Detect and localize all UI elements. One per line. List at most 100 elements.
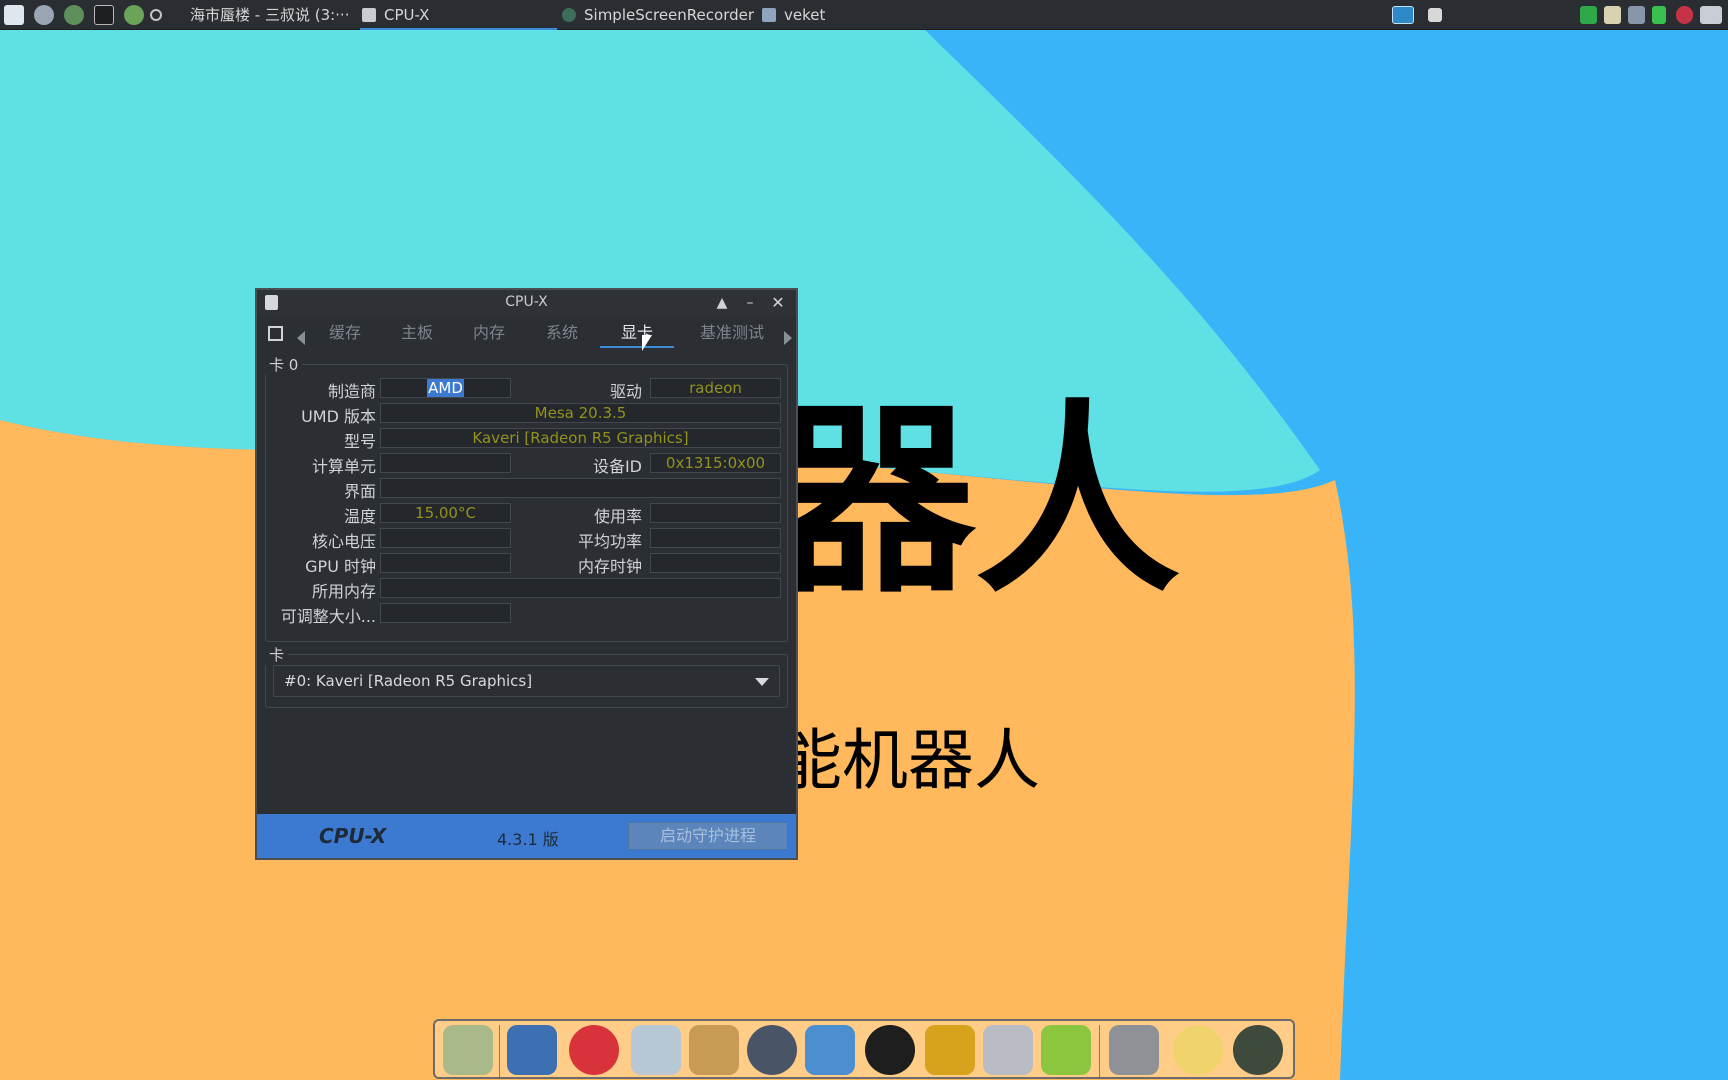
monitor-icon[interactable]	[507, 1025, 557, 1075]
task-recorder[interactable]: SimpleScreenRecorder	[560, 0, 760, 30]
temperature-label: 温度	[343, 507, 376, 526]
wallpaper-subtitle: 能机器人	[776, 722, 1040, 799]
model-value: Kaveri [Radeon R5 Graphics]	[380, 428, 781, 448]
interface-label: 界面	[343, 482, 376, 501]
card-frame-title: 卡 0	[265, 354, 303, 375]
drive-icon[interactable]	[1109, 1025, 1159, 1075]
tab-bench[interactable]: 基准测试	[687, 320, 777, 348]
terminal-icon[interactable]	[94, 5, 114, 25]
cpux-icon	[362, 8, 376, 22]
mouse-cursor-icon	[642, 335, 652, 351]
cpux-window: CPU-X ▲ – ✕ 缓存 主板 内存 系统 显卡 基准测试 卡 0 制造商 …	[255, 288, 798, 860]
memory-used-label: 所用内存	[311, 582, 376, 601]
window-square-icon[interactable]	[1428, 8, 1442, 22]
clipboard-icon[interactable]	[1604, 6, 1621, 24]
folder-icon	[762, 8, 776, 22]
vendor-value-text: AMD	[427, 379, 464, 397]
tab-scroll-right-icon[interactable]	[784, 331, 792, 345]
tab-cache[interactable]: 缓存	[319, 320, 371, 348]
desktop-switch-icon[interactable]	[1392, 6, 1414, 24]
driver-value: radeon	[650, 378, 781, 398]
tab-scroll-left-icon[interactable]	[297, 331, 305, 345]
gpu-clock-value	[380, 553, 511, 573]
core-voltage-label: 核心电压	[311, 532, 376, 551]
tab-graphics[interactable]: 显卡	[600, 320, 674, 348]
compute-units-label: 计算单元	[311, 457, 376, 476]
editor-icon[interactable]	[631, 1025, 681, 1075]
system-monitor-icon[interactable]	[4, 5, 24, 25]
tab-bar: 缓存 主板 内存 系统 显卡 基准测试	[257, 316, 796, 350]
task-browser[interactable]: 海市蜃楼 - 三叔说 (3:···	[166, 0, 356, 30]
vendor-label: 制造商	[327, 382, 376, 401]
task-veket[interactable]: veket	[760, 0, 860, 30]
tab-system[interactable]: 系统	[536, 320, 588, 348]
tab-memory[interactable]: 内存	[463, 320, 515, 348]
interface-value	[380, 478, 781, 498]
notebook-icon[interactable]	[925, 1025, 975, 1075]
shield-icon[interactable]	[1580, 6, 1597, 24]
task-browser-label: 海市蜃楼 - 三叔说 (3:···	[190, 6, 350, 24]
penguin-icon[interactable]	[865, 1025, 915, 1075]
window-footer: CPU-X 4.3.1 版 启动守护进程	[257, 814, 796, 858]
version-label: 4.3.1 版	[497, 830, 559, 849]
task-cpux[interactable]: CPU-X	[360, 0, 557, 30]
users-icon[interactable]	[805, 1025, 855, 1075]
recorder-icon	[562, 8, 576, 22]
memory-clock-value	[650, 553, 781, 573]
help-icon[interactable]	[1041, 1025, 1091, 1075]
record-dot-icon[interactable]	[150, 9, 162, 21]
wallpaper-title: 器人	[770, 383, 1180, 621]
globe-icon[interactable]	[1233, 1025, 1283, 1075]
resizable-bar-label: 可调整大小...	[280, 607, 376, 626]
record-status-icon[interactable]	[1676, 6, 1693, 24]
task-veket-label: veket	[784, 6, 826, 24]
mascot-icon[interactable]	[569, 1025, 619, 1075]
tab-menu-icon[interactable]	[268, 326, 283, 341]
keyboard-icon[interactable]	[1700, 6, 1722, 24]
tab-motherboard[interactable]: 主板	[391, 320, 443, 348]
memory-clock-label: 内存时钟	[577, 557, 642, 576]
network-icon[interactable]	[1628, 6, 1645, 24]
average-power-value	[650, 528, 781, 548]
usage-value	[650, 503, 781, 523]
play-icon[interactable]	[64, 5, 84, 25]
umd-label: UMD 版本	[301, 407, 376, 426]
paint-icon[interactable]	[689, 1025, 739, 1075]
task-recorder-label: SimpleScreenRecorder	[584, 6, 755, 24]
globe-icon[interactable]	[124, 5, 144, 25]
file-manager-icon[interactable]	[443, 1025, 493, 1075]
minimize-icon[interactable]: –	[740, 293, 760, 313]
driver-label: 驱动	[609, 382, 642, 401]
chevron-down-icon	[755, 678, 769, 686]
device-id-label: 设备ID	[592, 457, 642, 476]
resizable-bar-value	[380, 603, 511, 623]
taskbar: 海市蜃楼 - 三叔说 (3:··· CPU-X SimpleScreenReco…	[0, 0, 1728, 30]
shade-icon[interactable]: ▲	[712, 293, 732, 313]
vendor-value: AMD	[380, 378, 511, 398]
sun-icon[interactable]	[1173, 1025, 1223, 1075]
start-daemon-button[interactable]: 启动守护进程	[628, 822, 788, 850]
model-label: 型号	[343, 432, 376, 451]
compute-units-value	[380, 453, 511, 473]
dock-separator	[1099, 1025, 1100, 1077]
card-select-value: #0: Kaveri [Radeon R5 Graphics]	[284, 672, 533, 690]
charts-icon[interactable]	[983, 1025, 1033, 1075]
media-icon[interactable]	[747, 1025, 797, 1075]
card-select-dropdown[interactable]: #0: Kaveri [Radeon R5 Graphics]	[273, 665, 780, 697]
average-power-label: 平均功率	[577, 532, 642, 551]
window-titlebar[interactable]: CPU-X ▲ – ✕	[257, 290, 796, 316]
battery-icon[interactable]	[1652, 6, 1666, 24]
device-id-value: 0x1315:0x00	[650, 453, 781, 473]
core-voltage-value	[380, 528, 511, 548]
settings-gear-icon[interactable]	[34, 5, 54, 25]
footer-brand: CPU-X	[319, 824, 387, 848]
close-icon[interactable]: ✕	[768, 293, 788, 313]
temperature-value: 15.00°C	[380, 503, 511, 523]
dock	[433, 1019, 1295, 1079]
dock-separator	[499, 1025, 500, 1077]
task-cpux-label: CPU-X	[384, 6, 430, 24]
usage-label: 使用率	[593, 507, 642, 526]
gpu-clock-label: GPU 时钟	[305, 557, 376, 576]
card-select-frame-title: 卡	[265, 644, 289, 665]
umd-value: Mesa 20.3.5	[380, 403, 781, 423]
